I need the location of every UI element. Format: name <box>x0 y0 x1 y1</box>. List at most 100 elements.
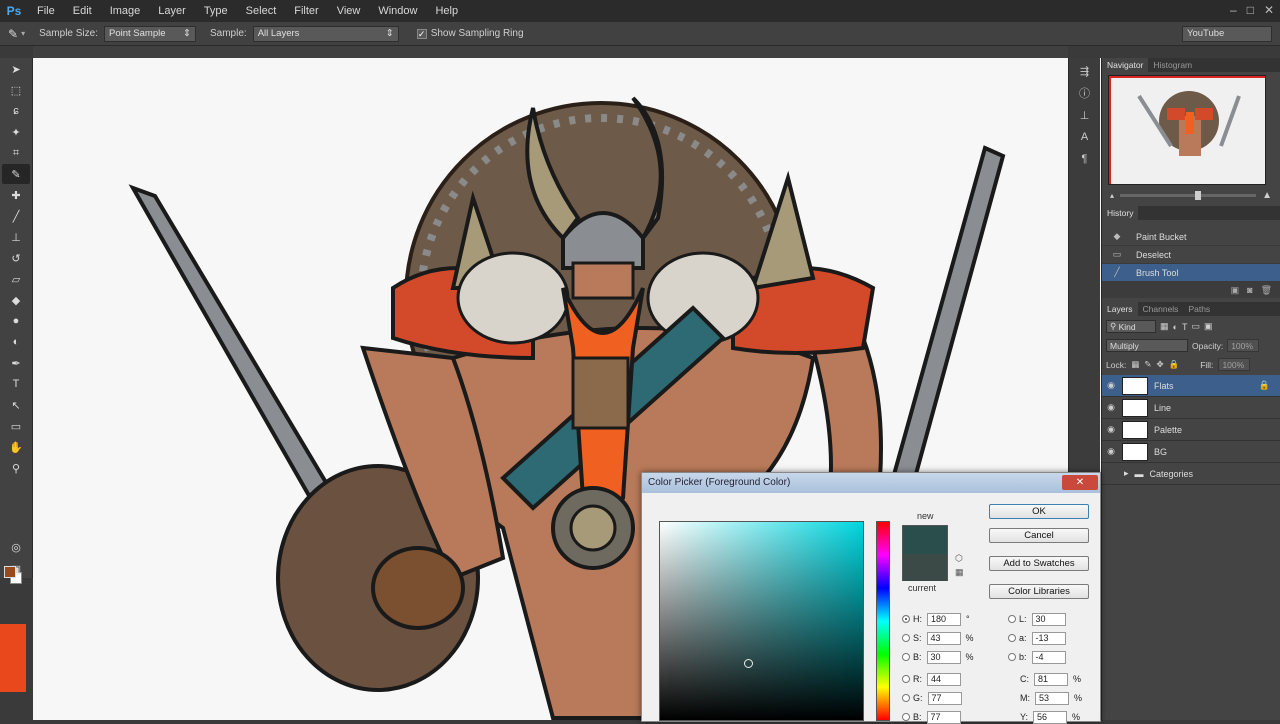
saturation-radio[interactable] <box>902 634 910 642</box>
tab-histogram[interactable]: Histogram <box>1148 58 1197 72</box>
menu-file[interactable]: File <box>28 0 64 22</box>
zoom-out-icon[interactable]: ▴ <box>1110 191 1114 200</box>
tab-layers[interactable]: Layers <box>1102 302 1138 316</box>
tab-navigator[interactable]: Navigator <box>1102 58 1149 72</box>
blur-tool-icon[interactable]: ● <box>2 311 30 331</box>
bucket-tool-icon[interactable]: ◆ <box>2 290 30 310</box>
move-tool-icon[interactable]: ➤ <box>2 59 30 79</box>
maximize-icon[interactable]: □ <box>1247 3 1254 17</box>
current-color-swatch[interactable] <box>903 554 947 581</box>
layer-group-row[interactable]: ▸ ▬ Categories <box>1102 463 1280 485</box>
trash-icon[interactable]: 🗑 <box>1261 285 1272 296</box>
cancel-button[interactable]: Cancel <box>989 528 1089 543</box>
brush-preset-icon[interactable]: ⊥ <box>1074 106 1096 124</box>
red-radio[interactable] <box>902 675 910 683</box>
arrange-icon[interactable]: ⇶ <box>1074 62 1096 80</box>
shape-tool-icon[interactable]: ▭ <box>2 416 30 436</box>
type-filter-icon[interactable]: T <box>1182 322 1188 332</box>
history-item[interactable]: ◆ Paint Bucket <box>1102 228 1280 246</box>
sample-select[interactable]: All Layers ⇕ <box>252 25 399 42</box>
workspace-select[interactable]: YouTube <box>1182 26 1272 42</box>
lab-b-input[interactable]: -4 <box>1031 650 1066 664</box>
navigator-preview[interactable] <box>1108 75 1266 185</box>
saturation-brightness-field[interactable] <box>659 521 864 721</box>
close-icon[interactable]: ✕ <box>1264 3 1274 17</box>
green-input[interactable]: 77 <box>927 691 962 705</box>
red-input[interactable]: 44 <box>927 672 961 686</box>
chevron-right-icon[interactable]: ▸ <box>1124 468 1129 479</box>
layer-row[interactable]: ◉ Palette <box>1102 419 1280 441</box>
foreground-color-swatch[interactable] <box>4 566 16 578</box>
layer-row[interactable]: ◉ Flats 🔒 <box>1102 375 1280 397</box>
tab-paths[interactable]: Paths <box>1183 302 1215 316</box>
path-select-tool-icon[interactable]: ↖ <box>2 395 30 415</box>
healing-tool-icon[interactable]: ✚ <box>2 185 30 205</box>
zoom-slider[interactable] <box>1120 190 1257 200</box>
menu-filter[interactable]: Filter <box>285 0 327 22</box>
navigator-viewport-frame[interactable] <box>1109 76 1265 184</box>
pen-tool-icon[interactable]: ✒ <box>2 353 30 373</box>
layer-row[interactable]: ◉ BG <box>1102 441 1280 463</box>
quick-mask-icon[interactable]: ◎ <box>2 537 30 557</box>
brightness-input[interactable]: 30 <box>926 650 961 664</box>
info-icon[interactable]: ⓘ <box>1074 84 1096 102</box>
type-tool-icon[interactable]: T <box>2 374 30 394</box>
saturation-input[interactable]: 43 <box>926 631 961 645</box>
minimize-icon[interactable]: ‒ <box>1230 3 1237 17</box>
menu-view[interactable]: View <box>328 0 370 22</box>
new-document-icon[interactable]: ▣ <box>1231 285 1240 296</box>
menu-select[interactable]: Select <box>237 0 286 22</box>
character-icon[interactable]: A <box>1074 128 1096 146</box>
eraser-tool-icon[interactable]: ▱ <box>2 269 30 289</box>
web-color-icon[interactable]: ▦ <box>955 567 964 578</box>
zoom-in-icon[interactable]: ▲ <box>1262 190 1272 201</box>
lab-l-radio[interactable] <box>1008 615 1016 623</box>
eye-icon[interactable]: ◉ <box>1102 380 1120 391</box>
stamp-tool-icon[interactable]: ⊥ <box>2 227 30 247</box>
yellow-input[interactable]: 56 <box>1033 710 1068 724</box>
tab-channels[interactable]: Channels <box>1138 302 1184 316</box>
dodge-tool-icon[interactable]: ◐ <box>2 332 30 352</box>
close-button[interactable]: ✕ <box>1062 475 1098 490</box>
layer-row[interactable]: ◉ Line <box>1102 397 1280 419</box>
eye-icon[interactable]: ◉ <box>1102 424 1120 435</box>
lab-l-input[interactable]: 30 <box>1031 612 1066 626</box>
green-radio[interactable] <box>902 694 910 702</box>
lock-transparent-icon[interactable]: ▦ <box>1131 359 1139 370</box>
blue-input[interactable]: 77 <box>926 710 961 724</box>
quick-select-tool-icon[interactable]: ✦ <box>2 122 30 142</box>
adjust-filter-icon[interactable]: ◐ <box>1173 322 1178 332</box>
marquee-tool-icon[interactable]: ⬚ <box>2 80 30 100</box>
hue-radio[interactable] <box>902 615 910 623</box>
lab-b-radio[interactable] <box>1008 653 1016 661</box>
eye-icon[interactable]: ◉ <box>1102 402 1120 413</box>
history-item[interactable]: ▭ Deselect <box>1102 246 1280 264</box>
layer-kind-select[interactable]: ⚲ Kind <box>1106 320 1156 333</box>
history-brush-tool-icon[interactable]: ↺ <box>2 248 30 268</box>
menu-layer[interactable]: Layer <box>149 0 195 22</box>
history-item[interactable]: ╱ Brush Tool <box>1102 264 1280 282</box>
hue-input[interactable]: 180 <box>927 612 961 626</box>
menu-type[interactable]: Type <box>195 0 237 22</box>
pixel-filter-icon[interactable]: ▦ <box>1160 321 1169 332</box>
ok-button[interactable]: OK <box>989 504 1089 519</box>
menu-help[interactable]: Help <box>426 0 467 22</box>
smart-filter-icon[interactable]: ▣ <box>1204 321 1213 332</box>
cube-icon[interactable]: ⬡ <box>955 553 963 564</box>
hand-tool-icon[interactable]: ✋ <box>2 437 30 457</box>
lasso-tool-icon[interactable]: ɕ <box>2 101 30 121</box>
color-cursor[interactable] <box>744 659 753 668</box>
brush-tool-icon[interactable]: ╱ <box>2 206 30 226</box>
color-libraries-button[interactable]: Color Libraries <box>989 584 1089 599</box>
brightness-radio[interactable] <box>902 653 910 661</box>
tab-history[interactable]: History <box>1102 206 1139 220</box>
crop-tool-icon[interactable]: ⌗ <box>2 143 30 163</box>
opacity-input[interactable]: 100% <box>1227 339 1260 352</box>
show-ring-checkbox[interactable]: ✓ <box>416 28 427 39</box>
paragraph-icon[interactable]: ¶ <box>1074 150 1096 168</box>
zoom-slider-thumb[interactable] <box>1194 190 1201 200</box>
fill-input[interactable]: 100% <box>1218 358 1251 371</box>
zoom-tool-icon[interactable]: ⚲ <box>2 458 30 478</box>
menu-image[interactable]: Image <box>101 0 150 22</box>
shape-filter-icon[interactable]: ▭ <box>1191 321 1200 332</box>
